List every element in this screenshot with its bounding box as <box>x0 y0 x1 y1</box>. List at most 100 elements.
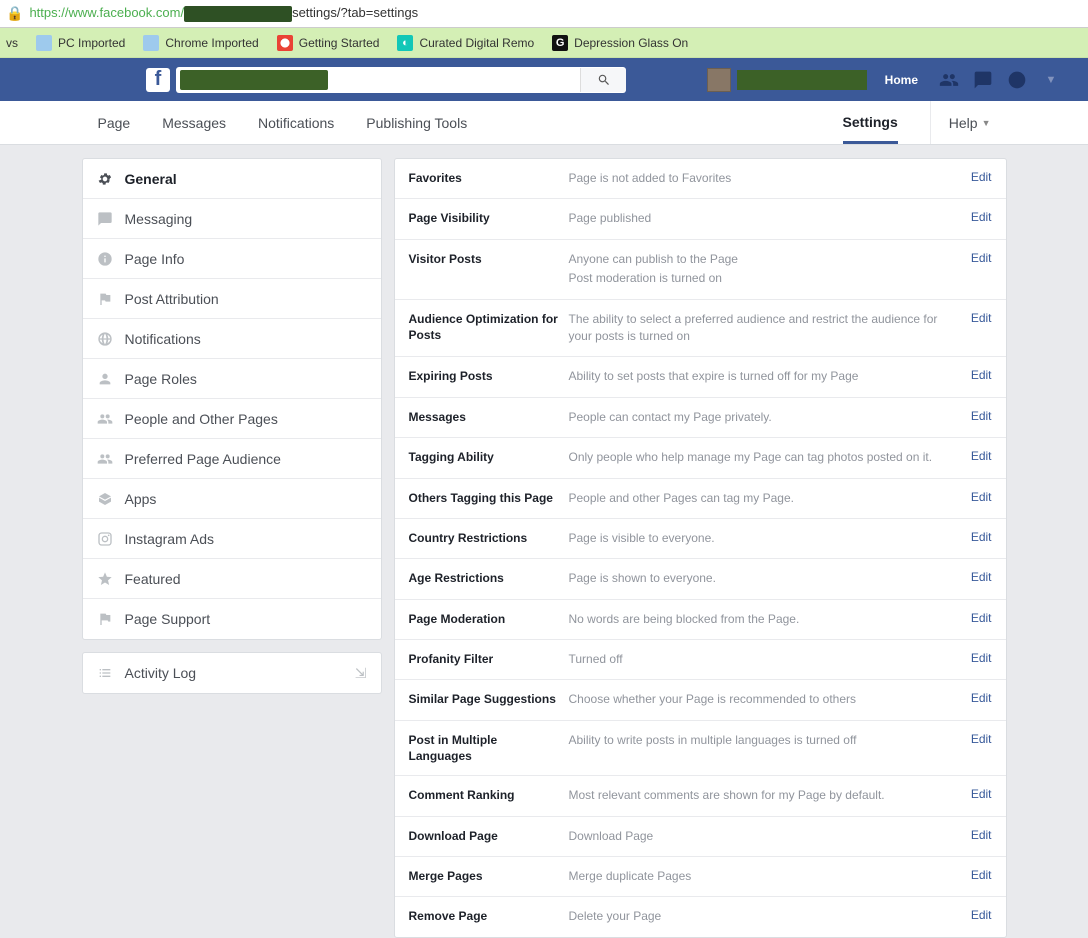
edit-link[interactable]: Edit <box>971 651 992 668</box>
edit-link[interactable]: Edit <box>971 570 992 587</box>
settings-row-desc-line: Choose whether your Page is recommended … <box>569 691 961 708</box>
list-icon <box>97 665 113 681</box>
edit-link[interactable]: Edit <box>971 449 992 466</box>
sidebar-item-notifications[interactable]: Notifications <box>83 319 381 359</box>
box-icon <box>97 491 113 507</box>
people-icon <box>97 411 113 427</box>
page-tabs: Page Messages Notifications Publishing Tool… <box>82 101 1007 144</box>
settings-row-label: Page Moderation <box>409 611 569 628</box>
settings-row-desc: People can contact my Page privately. <box>569 409 961 426</box>
search-button[interactable] <box>580 68 626 92</box>
tab-notifications[interactable]: Notifications <box>258 115 334 131</box>
settings-row: Audience Optimization for PostsThe abili… <box>395 300 1006 358</box>
edit-link[interactable]: Edit <box>971 828 992 845</box>
settings-row-label: Tagging Ability <box>409 449 569 466</box>
main-content: General MessagingPage InfoPost Attributio… <box>82 158 1007 938</box>
settings-row-label: Similar Page Suggestions <box>409 691 569 708</box>
edit-link[interactable]: Edit <box>971 170 992 187</box>
tab-publishing-tools[interactable]: Publishing Tools <box>366 115 467 131</box>
search-value-redacted <box>180 70 328 90</box>
sidebar-item-post-attribution[interactable]: Post Attribution <box>83 279 381 319</box>
instagram-icon <box>97 531 113 547</box>
person-icon <box>97 371 113 387</box>
bookmark-item[interactable]: PC Imported <box>36 35 125 51</box>
settings-row-label: Comment Ranking <box>409 787 569 804</box>
edit-link[interactable]: Edit <box>971 611 992 628</box>
sidebar-item-instagram[interactable]: Instagram Ads <box>83 519 381 559</box>
edit-link[interactable]: Edit <box>971 530 992 547</box>
settings-row: Post in Multiple LanguagesAbility to wri… <box>395 721 1006 776</box>
friend-requests-icon[interactable] <box>938 69 960 91</box>
edit-link[interactable]: Edit <box>971 490 992 507</box>
settings-row: Others Tagging this PagePeople and other… <box>395 479 1006 519</box>
edit-link[interactable]: Edit <box>971 368 992 385</box>
settings-row-desc: No words are being blocked from the Page… <box>569 611 961 628</box>
settings-row: Tagging AbilityOnly people who help mana… <box>395 438 1006 478</box>
edit-link[interactable]: Edit <box>971 691 992 708</box>
tab-page[interactable]: Page <box>98 115 131 131</box>
edit-link[interactable]: Edit <box>971 251 992 288</box>
profile-name-redacted[interactable] <box>737 70 867 90</box>
bookmark-item[interactable]: vs <box>6 36 18 50</box>
bookmark-label: Chrome Imported <box>165 36 258 50</box>
settings-row-desc: Delete your Page <box>569 908 961 925</box>
messages-icon[interactable] <box>972 69 994 91</box>
browser-url-bar[interactable]: 🔒 https://www.facebook.com/settings/?tab… <box>0 0 1088 28</box>
sidebar-item-general[interactable]: General <box>83 159 381 199</box>
bookmark-item[interactable]: ◐Curated Digital Remo <box>397 35 534 51</box>
settings-row-desc-line: Delete your Page <box>569 908 961 925</box>
settings-row: Merge PagesMerge duplicate PagesEdit <box>395 857 1006 897</box>
notifications-icon[interactable] <box>1006 69 1028 91</box>
chat-icon <box>97 211 113 227</box>
settings-row: FavoritesPage is not added to Favorites E… <box>395 159 1006 199</box>
sidebar-item-messaging[interactable]: Messaging <box>83 199 381 239</box>
sidebar-item-apps[interactable]: Apps <box>83 479 381 519</box>
sidebar-item-featured[interactable]: Featured <box>83 559 381 599</box>
search-input[interactable] <box>176 67 626 93</box>
edit-link[interactable]: Edit <box>971 311 992 346</box>
settings-row: Country RestrictionsPage is visible to e… <box>395 519 1006 559</box>
sidebar-item-people-pages[interactable]: People and Other Pages <box>83 399 381 439</box>
settings-row: MessagesPeople can contact my Page priva… <box>395 398 1006 438</box>
star-icon <box>97 571 113 587</box>
sidebar-item-preferred-audience[interactable]: Preferred Page Audience <box>83 439 381 479</box>
settings-row-label: Others Tagging this Page <box>409 490 569 507</box>
sidebar-item-label: General <box>125 171 177 187</box>
sidebar-group-settings: General MessagingPage InfoPost Attributio… <box>82 158 382 640</box>
settings-row-desc-line: Merge duplicate Pages <box>569 868 961 885</box>
sidebar-item-page-roles[interactable]: Page Roles <box>83 359 381 399</box>
edit-link[interactable]: Edit <box>971 787 992 804</box>
edit-link[interactable]: Edit <box>971 868 992 885</box>
sidebar-item-page-support[interactable]: Page Support <box>83 599 381 639</box>
url-redacted <box>184 6 292 22</box>
sidebar-item-label: Page Roles <box>125 371 197 387</box>
globe-icon <box>97 331 113 347</box>
bookmark-item[interactable]: GDepression Glass On <box>552 35 688 51</box>
settings-row: Comment RankingMost relevant comments ar… <box>395 776 1006 816</box>
settings-row-desc-line: Download Page <box>569 828 961 845</box>
facebook-logo-icon[interactable]: f <box>146 68 170 92</box>
edit-link[interactable]: Edit <box>971 908 992 925</box>
folder-icon <box>143 35 159 51</box>
settings-row-label: Favorites <box>409 170 569 187</box>
bookmark-item[interactable]: Getting Started <box>277 35 380 51</box>
edit-link[interactable]: Edit <box>971 409 992 426</box>
flag2-icon <box>97 611 113 627</box>
settings-row-desc-line: Post moderation is turned on <box>569 270 961 287</box>
sidebar-item-page-info[interactable]: Page Info <box>83 239 381 279</box>
bookmark-item[interactable]: Chrome Imported <box>143 35 258 51</box>
avatar[interactable] <box>707 68 731 92</box>
edit-link[interactable]: Edit <box>971 732 992 764</box>
settings-row-desc-line: Page is not added to Favorites <box>569 170 961 187</box>
settings-row: Page ModerationNo words are being blocke… <box>395 600 1006 640</box>
facebook-header: f Home ▼ <box>0 58 1088 101</box>
settings-row-desc: Only people who help manage my Page can … <box>569 449 961 466</box>
tab-help[interactable]: Help ▼ <box>930 101 991 144</box>
edit-link[interactable]: Edit <box>971 210 992 227</box>
sidebar-item-activity-log[interactable]: Activity Log⇲ <box>83 653 381 693</box>
account-menu-caret-icon[interactable]: ▼ <box>1040 69 1062 91</box>
settings-row-desc-line: Ability to set posts that expire is turn… <box>569 368 961 385</box>
home-link[interactable]: Home <box>885 73 918 87</box>
tab-messages[interactable]: Messages <box>162 115 226 131</box>
tab-settings[interactable]: Settings <box>843 114 898 144</box>
